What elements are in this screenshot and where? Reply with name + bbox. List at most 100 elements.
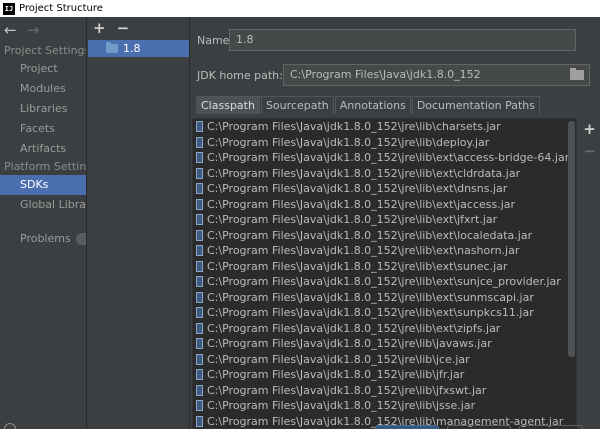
nav-item-project[interactable]: Project (0, 59, 86, 79)
name-row: Name: 1.8 (197, 29, 576, 51)
tab-classpath[interactable]: Classpath (196, 96, 260, 114)
title-bar: IJ Project Structure (0, 0, 600, 17)
jar-archive-icon (196, 183, 203, 195)
settings-nav: ← → Project Settings Project Modules Libra… (0, 17, 87, 429)
jar-archive-icon (196, 214, 203, 226)
classpath-entry-path: C:\Program Files\Java\jdk1.8.0_152\jre\l… (207, 399, 476, 413)
nav-item-libraries[interactable]: Libraries (0, 99, 86, 119)
nav-item-label: SDKs (20, 178, 49, 191)
sdk-details-panel: Name: 1.8 JDK home path: C:\Program File… (191, 17, 600, 429)
classpath-entry-path: C:\Program Files\Java\jdk1.8.0_152\jre\l… (207, 166, 521, 180)
nav-item-facets[interactable]: Facets (0, 119, 86, 139)
classpath-row[interactable]: C:\Program Files\Java\jdk1.8.0_152\jre\l… (193, 352, 576, 368)
jar-archive-icon (196, 415, 203, 427)
classpath-row[interactable]: C:\Program Files\Java\jdk1.8.0_152\jre\l… (193, 398, 576, 414)
classpath-entry-path: C:\Program Files\Java\jdk1.8.0_152\jre\l… (207, 197, 516, 211)
sdk-list-toolbar: + − (88, 17, 189, 39)
classpath-row[interactable]: C:\Program Files\Java\jdk1.8.0_152\jre\l… (193, 321, 576, 337)
classpath-row[interactable]: C:\Program Files\Java\jdk1.8.0_152\jre\l… (193, 367, 576, 383)
ok-button[interactable] (375, 425, 439, 429)
nav-item-label: Project (20, 62, 58, 75)
classpath-entry-path: C:\Program Files\Java\jdk1.8.0_152\jre\l… (207, 120, 501, 134)
nav-item-artifacts[interactable]: Artifacts (0, 139, 86, 159)
jar-archive-icon (196, 152, 203, 164)
classpath-row[interactable]: C:\Program Files\Java\jdk1.8.0_152\jre\l… (193, 150, 576, 166)
classpath-row[interactable]: C:\Program Files\Java\jdk1.8.0_152\jre\l… (193, 305, 576, 321)
classpath-row[interactable]: C:\Program Files\Java\jdk1.8.0_152\jre\l… (193, 197, 576, 213)
classpath-entry-path: C:\Program Files\Java\jdk1.8.0_152\jre\l… (207, 321, 501, 335)
nav-item-problems[interactable]: Problems (0, 229, 86, 249)
jar-archive-icon (196, 121, 203, 133)
classpath-row[interactable]: C:\Program Files\Java\jdk1.8.0_152\jre\l… (193, 212, 576, 228)
classpath-entry-path: C:\Program Files\Java\jdk1.8.0_152\jre\l… (207, 135, 490, 149)
nav-item-global-libraries[interactable]: Global Libraries (0, 195, 86, 215)
classpath-entry-path: C:\Program Files\Java\jdk1.8.0_152\jre\l… (207, 228, 533, 242)
back-arrow-icon[interactable]: ← (4, 22, 17, 38)
classpath-row[interactable]: C:\Program Files\Java\jdk1.8.0_152\jre\l… (193, 336, 576, 352)
jar-archive-icon (196, 307, 203, 319)
jar-archive-icon (196, 353, 203, 365)
remove-path-icon[interactable]: − (579, 140, 600, 162)
nav-item-label: Libraries (20, 102, 68, 115)
tab-documentation-paths[interactable]: Documentation Paths (411, 96, 541, 114)
classpath-row[interactable]: C:\Program Files\Java\jdk1.8.0_152\jre\l… (193, 228, 576, 244)
help-icon[interactable] (4, 423, 16, 429)
jdk-home-value: C:\Program Files\Java\jdk1.8.0_152 (290, 68, 481, 81)
platform-settings-header: Platform Settings (4, 160, 86, 173)
classpath-row[interactable]: C:\Program Files\Java\jdk1.8.0_152\jre\l… (193, 259, 576, 275)
apply-button[interactable] (519, 425, 583, 429)
cancel-button[interactable] (447, 425, 511, 429)
remove-sdk-icon[interactable]: − (117, 20, 130, 36)
nav-history: ← → (0, 17, 86, 43)
classpath-entry-path: C:\Program Files\Java\jdk1.8.0_152\jre\l… (207, 151, 570, 165)
classpath-row[interactable]: C:\Program Files\Java\jdk1.8.0_152\jre\l… (193, 119, 576, 135)
classpath-entry-path: C:\Program Files\Java\jdk1.8.0_152\jre\l… (207, 259, 508, 273)
nav-item-label: Problems (20, 232, 71, 245)
classpath-row[interactable]: C:\Program Files\Java\jdk1.8.0_152\jre\l… (193, 181, 576, 197)
classpath-row[interactable]: C:\Program Files\Java\jdk1.8.0_152\jre\l… (193, 166, 576, 182)
jar-archive-icon (196, 198, 203, 210)
jar-archive-icon (196, 384, 203, 396)
jar-archive-icon (196, 276, 203, 288)
jar-archive-icon (196, 338, 203, 350)
classpath-entry-path: C:\Program Files\Java\jdk1.8.0_152\jre\l… (207, 244, 520, 258)
project-settings-header: Project Settings (4, 44, 86, 57)
jdk-home-row: JDK home path: C:\Program Files\Java\jdk… (197, 64, 590, 86)
nav-item-label: Global Libraries (20, 198, 86, 211)
classpath-entry-path: C:\Program Files\Java\jdk1.8.0_152\jre\l… (207, 290, 534, 304)
jar-archive-icon (196, 245, 203, 257)
browse-folder-icon[interactable] (570, 68, 584, 80)
jdk-folder-icon (106, 42, 118, 53)
name-label: Name: (197, 33, 234, 47)
sdk-entry-1-8[interactable]: 1.8 (88, 40, 189, 57)
classpath-list[interactable]: C:\Program Files\Java\jdk1.8.0_152\jre\l… (192, 118, 577, 429)
classpath-row[interactable]: C:\Program Files\Java\jdk1.8.0_152\jre\l… (193, 135, 576, 151)
classpath-entry-path: C:\Program Files\Java\jdk1.8.0_152\jre\l… (207, 337, 492, 351)
classpath-entry-path: C:\Program Files\Java\jdk1.8.0_152\jre\l… (207, 368, 465, 382)
classpath-entry-path: C:\Program Files\Java\jdk1.8.0_152\jre\l… (207, 383, 487, 397)
classpath-row[interactable]: C:\Program Files\Java\jdk1.8.0_152\jre\l… (193, 274, 576, 290)
vertical-scrollbar[interactable] (568, 121, 575, 357)
classpath-toolbar: + − (579, 118, 600, 429)
tab-annotations[interactable]: Annotations (334, 96, 411, 114)
classpath-row[interactable]: C:\Program Files\Java\jdk1.8.0_152\jre\l… (193, 383, 576, 399)
classpath-entry-path: C:\Program Files\Java\jdk1.8.0_152\jre\l… (207, 213, 498, 227)
nav-item-modules[interactable]: Modules (0, 79, 86, 99)
intellij-app-icon: IJ (3, 2, 15, 15)
sdk-entry-label: 1.8 (123, 42, 141, 55)
tab-sourcepath[interactable]: Sourcepath (260, 96, 334, 114)
classpath-entry-path: C:\Program Files\Java\jdk1.8.0_152\jre\l… (207, 352, 470, 366)
name-input[interactable]: 1.8 (229, 29, 576, 51)
sdk-list-panel: + − 1.8 (88, 17, 190, 429)
classpath-row[interactable]: C:\Program Files\Java\jdk1.8.0_152\jre\l… (193, 290, 576, 306)
classpath-entry-path: C:\Program Files\Java\jdk1.8.0_152\jre\l… (207, 182, 508, 196)
forward-arrow-icon[interactable]: → (27, 22, 40, 38)
add-sdk-icon[interactable]: + (93, 20, 106, 36)
classpath-row[interactable]: C:\Program Files\Java\jdk1.8.0_152\jre\l… (193, 243, 576, 259)
jdk-home-input[interactable]: C:\Program Files\Java\jdk1.8.0_152 (283, 64, 590, 86)
window-title: Project Structure (19, 3, 103, 14)
nav-item-label: Facets (20, 122, 55, 135)
add-path-icon[interactable]: + (579, 118, 600, 140)
nav-item-sdks[interactable]: SDKs (0, 175, 86, 195)
jdk-home-label: JDK home path: (197, 68, 283, 82)
